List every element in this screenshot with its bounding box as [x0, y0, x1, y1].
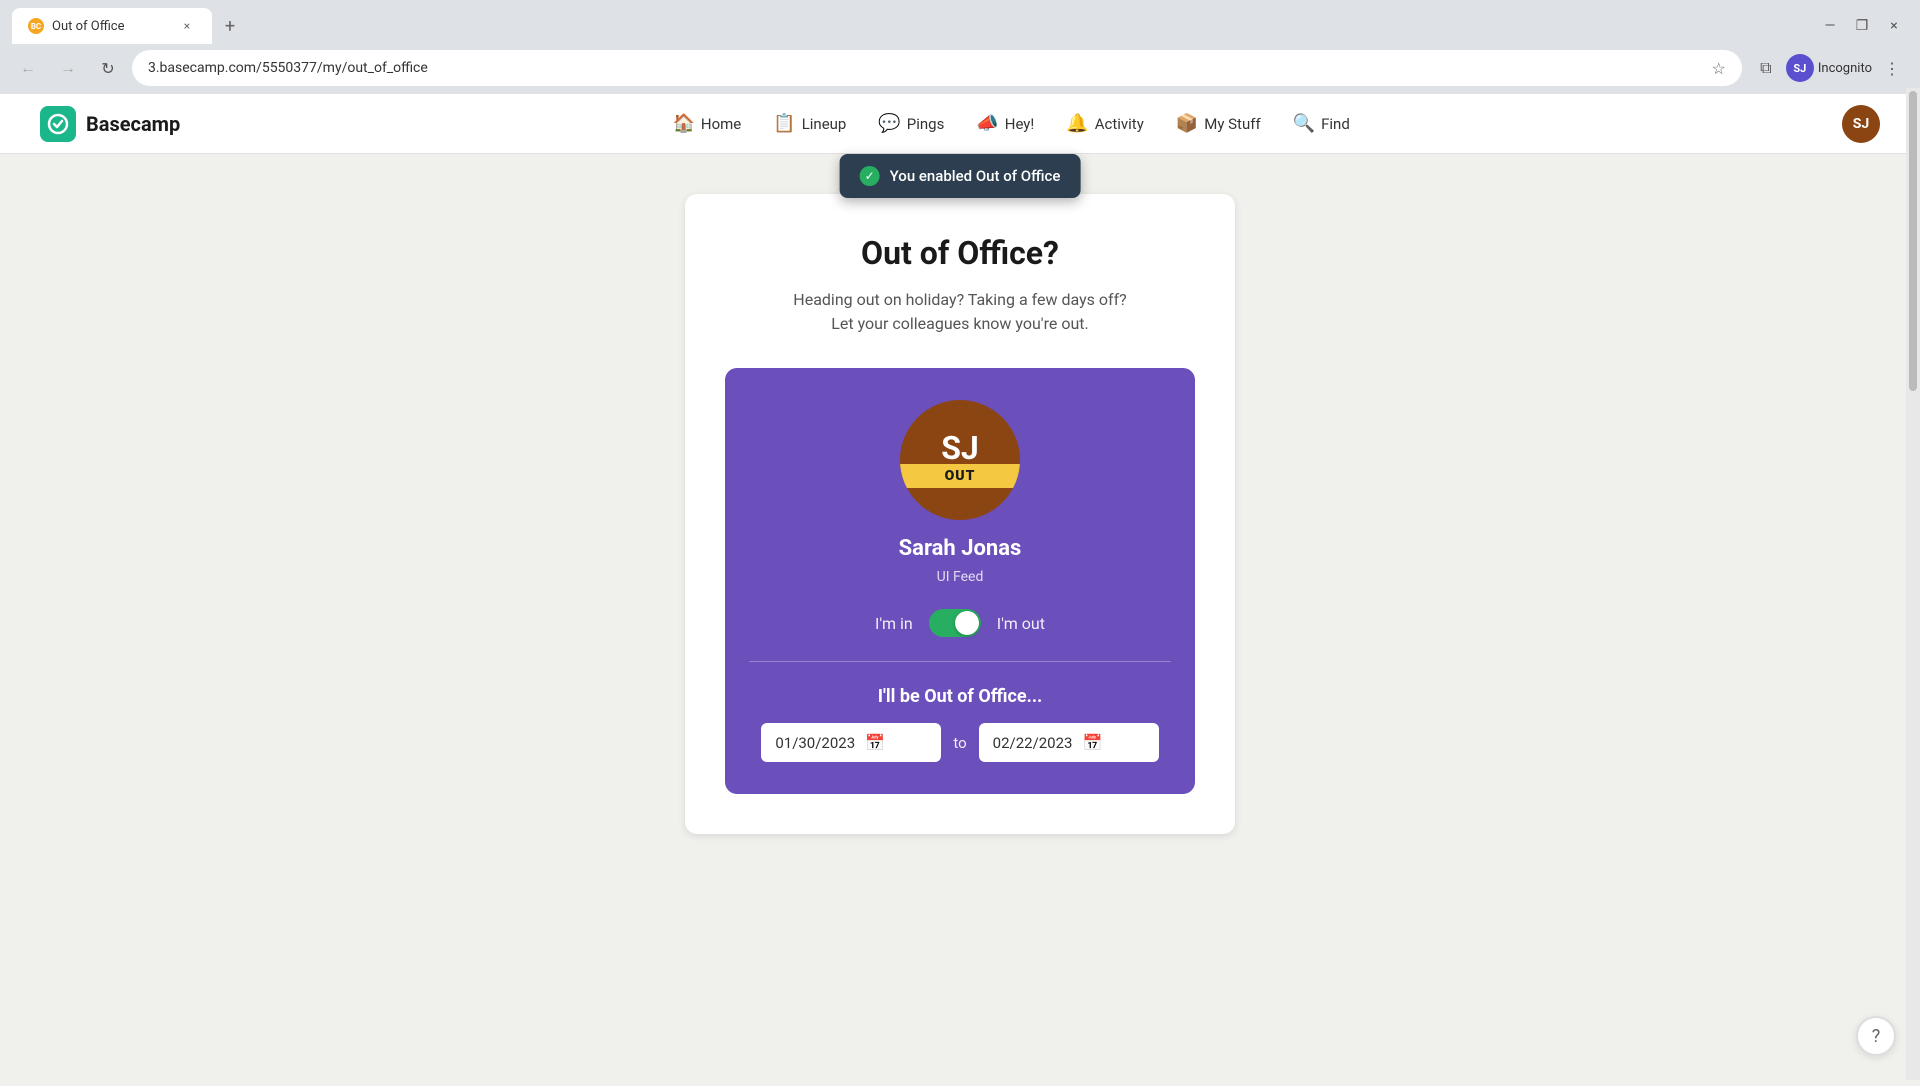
nav-pings-label: Pings — [907, 115, 945, 133]
find-icon: 🔍 — [1293, 113, 1315, 134]
from-calendar-icon: 📅 — [865, 733, 885, 752]
logo-text: Basecamp — [86, 112, 180, 136]
nav-hey-label: Hey! — [1005, 115, 1035, 133]
from-date-input[interactable]: 01/30/2023 📅 — [761, 723, 941, 762]
toolbar-right: ⧉ SJ Incognito ⋮ — [1750, 52, 1908, 84]
toggle-label-left: I'm in — [875, 614, 913, 633]
app-header: Basecamp 🏠 Home 📋 Lineup 💬 Pings 📣 Hey! … — [0, 94, 1920, 154]
nav-hey[interactable]: 📣 Hey! — [976, 109, 1034, 138]
user-company: UI Feed — [937, 569, 984, 585]
active-tab[interactable]: BC Out of Office × — [12, 8, 212, 44]
page-title: Out of Office? — [725, 234, 1195, 272]
toast-notification: ✓ You enabled Out of Office — [840, 154, 1081, 198]
main-card: Out of Office? Heading out on holiday? T… — [685, 194, 1235, 834]
out-badge: OUT — [900, 464, 1020, 488]
url-text: 3.basecamp.com/5550377/my/out_of_office — [148, 60, 1704, 76]
browser-toolbar: ← → ↻ 3.basecamp.com/5550377/my/out_of_o… — [0, 44, 1920, 94]
date-to-label: to — [953, 734, 966, 752]
home-icon: 🏠 — [672, 113, 694, 134]
toggle-label-right: I'm out — [997, 614, 1045, 633]
tab-title: Out of Office — [52, 19, 170, 34]
help-button[interactable]: ? — [1856, 1016, 1896, 1056]
menu-button[interactable]: ⋮ — [1876, 52, 1908, 84]
hey-icon: 📣 — [976, 113, 998, 134]
maximize-button[interactable]: ❐ — [1848, 12, 1876, 40]
to-calendar-icon: 📅 — [1082, 733, 1102, 752]
divider — [749, 661, 1171, 662]
nav-pings[interactable]: 💬 Pings — [878, 109, 944, 138]
to-date-input[interactable]: 02/22/2023 📅 — [979, 723, 1159, 762]
close-window-button[interactable]: × — [1880, 12, 1908, 40]
page-subtitle-line1: Heading out on holiday? Taking a few day… — [725, 288, 1195, 312]
activity-icon: 🔔 — [1066, 113, 1088, 134]
extensions-button[interactable]: ⧉ — [1750, 52, 1782, 84]
new-tab-button[interactable]: + — [216, 12, 244, 40]
date-section: I'll be Out of Office... 01/30/2023 📅 to… — [749, 686, 1171, 762]
bookmark-icon: ☆ — [1712, 59, 1726, 78]
pings-icon: 💬 — [878, 113, 900, 134]
toast-check-icon: ✓ — [860, 166, 880, 186]
nav-find[interactable]: 🔍 Find — [1293, 109, 1350, 138]
to-date-value: 02/22/2023 — [993, 734, 1073, 752]
incognito-label: Incognito — [1818, 61, 1872, 76]
header-right: SJ — [1842, 105, 1880, 143]
tab-favicon: BC — [28, 18, 44, 34]
address-bar[interactable]: 3.basecamp.com/5550377/my/out_of_office … — [132, 50, 1742, 86]
profile-card: SJ OUT Sarah Jonas UI Feed I'm in I'm ou… — [725, 368, 1195, 794]
toast-container: ✓ You enabled Out of Office — [840, 154, 1081, 198]
from-date-value: 01/30/2023 — [775, 734, 855, 752]
back-button[interactable]: ← — [12, 52, 44, 84]
nav-mystuff[interactable]: 📦 My Stuff — [1176, 109, 1261, 138]
nav-home[interactable]: 🏠 Home — [672, 109, 741, 138]
nav-activity[interactable]: 🔔 Activity — [1066, 109, 1144, 138]
browser-chrome: BC Out of Office × + — ❐ × ← → ↻ 3.basec… — [0, 0, 1920, 94]
date-section-title: I'll be Out of Office... — [749, 686, 1171, 707]
title-bar: BC Out of Office × + — ❐ × — [0, 0, 1920, 44]
avatar-container: SJ OUT — [900, 400, 1020, 520]
refresh-button[interactable]: ↻ — [92, 52, 124, 84]
page-subtitle-line2: Let your colleagues know you're out. — [725, 312, 1195, 336]
user-name: Sarah Jonas — [899, 536, 1022, 561]
card-header: Out of Office? Heading out on holiday? T… — [725, 234, 1195, 336]
nav-mystuff-label: My Stuff — [1204, 115, 1260, 133]
window-controls: — ❐ × — [1816, 12, 1908, 40]
nav-home-label: Home — [701, 115, 741, 133]
profile-button[interactable]: SJ — [1786, 54, 1814, 82]
toggle-row: I'm in I'm out — [875, 609, 1045, 637]
mystuff-icon: 📦 — [1176, 113, 1198, 134]
nav-find-label: Find — [1321, 115, 1350, 133]
user-avatar[interactable]: SJ — [1842, 105, 1880, 143]
app-container: Basecamp 🏠 Home 📋 Lineup 💬 Pings 📣 Hey! … — [0, 94, 1920, 1086]
tab-bar: BC Out of Office × + — [12, 8, 244, 44]
forward-button[interactable]: → — [52, 52, 84, 84]
main-nav: 🏠 Home 📋 Lineup 💬 Pings 📣 Hey! 🔔 Activit… — [672, 109, 1349, 138]
logo[interactable]: Basecamp — [40, 106, 180, 142]
date-row: 01/30/2023 📅 to 02/22/2023 📅 — [749, 723, 1171, 762]
nav-activity-label: Activity — [1095, 115, 1144, 133]
logo-icon — [40, 106, 76, 142]
nav-lineup-label: Lineup — [802, 115, 847, 133]
nav-lineup[interactable]: 📋 Lineup — [773, 109, 846, 138]
scrollbar-thumb[interactable] — [1909, 91, 1917, 391]
toast-message: You enabled Out of Office — [890, 167, 1061, 185]
avatar-initials: SJ — [941, 432, 979, 464]
avatar: SJ OUT — [900, 400, 1020, 520]
toggle-knob — [955, 611, 979, 635]
lineup-icon: 📋 — [773, 113, 795, 134]
scrollbar[interactable] — [1906, 88, 1920, 1080]
out-of-office-toggle[interactable] — [929, 609, 981, 637]
minimize-button[interactable]: — — [1816, 12, 1844, 40]
tab-close-button[interactable]: × — [178, 17, 196, 35]
page-content: Out of Office? Heading out on holiday? T… — [0, 154, 1920, 874]
